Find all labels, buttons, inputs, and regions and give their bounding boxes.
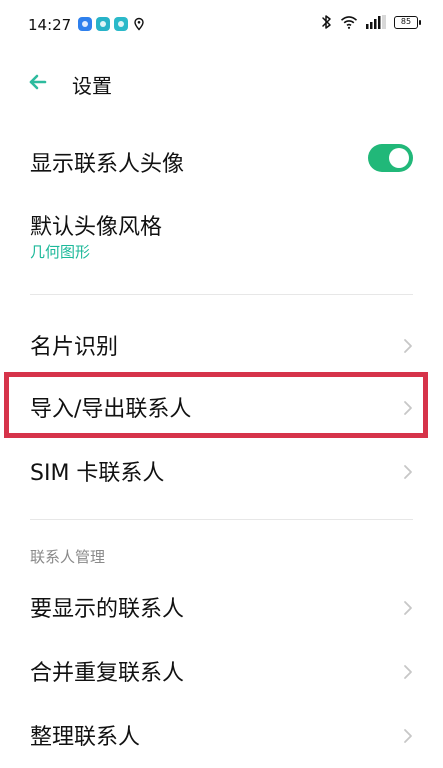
wifi-icon [340, 16, 358, 29]
import-export-contacts-label: 导入/导出联系人 [30, 397, 192, 422]
arrow-left-icon[interactable] [22, 66, 54, 98]
divider [30, 294, 413, 295]
gallery-icon [96, 17, 110, 31]
merge-duplicate-contacts-row[interactable]: 合并重复联系人 [0, 644, 443, 700]
contact-management-section-title: 联系人管理 [30, 548, 106, 566]
contacts-to-display-label: 要显示的联系人 [30, 597, 185, 622]
organize-contacts-row[interactable]: 整理联系人 [0, 708, 443, 764]
sim-card-contacts-row[interactable]: SIM 卡联系人 [0, 444, 443, 500]
toggle-knob [389, 148, 409, 168]
merge-duplicate-contacts-label: 合并重复联系人 [30, 661, 185, 686]
default-avatar-style-value: 几何图形 [30, 243, 91, 261]
chevron-right-icon [404, 339, 412, 353]
sim-card-contacts-label: SIM 卡联系人 [30, 461, 165, 486]
status-bar: 14:27 85 [0, 0, 443, 54]
battery-icon: 85 [394, 15, 421, 29]
status-left-icons [78, 17, 146, 31]
default-avatar-style-label: 默认头像风格 [30, 215, 163, 240]
business-card-recognition-label: 名片识别 [30, 335, 119, 360]
chevron-right-icon [404, 465, 412, 479]
show-contact-avatar-toggle[interactable] [368, 144, 413, 172]
business-card-recognition-row[interactable]: 名片识别 [0, 318, 443, 374]
page-title: 设置 [72, 74, 112, 98]
status-right-icons: 85 [321, 14, 421, 30]
default-avatar-style-row[interactable]: 默认头像风格 几何图形 [0, 196, 443, 270]
contacts-to-display-row[interactable]: 要显示的联系人 [0, 580, 443, 636]
organize-contacts-label: 整理联系人 [30, 725, 141, 750]
import-export-contacts-row[interactable]: 导入/导出联系人 [0, 380, 443, 436]
chevron-right-icon [404, 401, 412, 415]
divider [30, 519, 413, 520]
bluetooth-icon [322, 15, 331, 29]
messages-icon [114, 17, 128, 31]
app-notification-icon [78, 17, 92, 31]
chevron-right-icon [404, 729, 412, 743]
chevron-right-icon [404, 665, 412, 679]
status-time: 14:27 [28, 16, 72, 34]
signal-icon [366, 15, 386, 29]
chevron-right-icon [404, 601, 412, 615]
show-contact-avatar-label: 显示联系人头像 [30, 152, 185, 177]
header: 设置 [0, 62, 443, 102]
location-icon [134, 17, 144, 31]
